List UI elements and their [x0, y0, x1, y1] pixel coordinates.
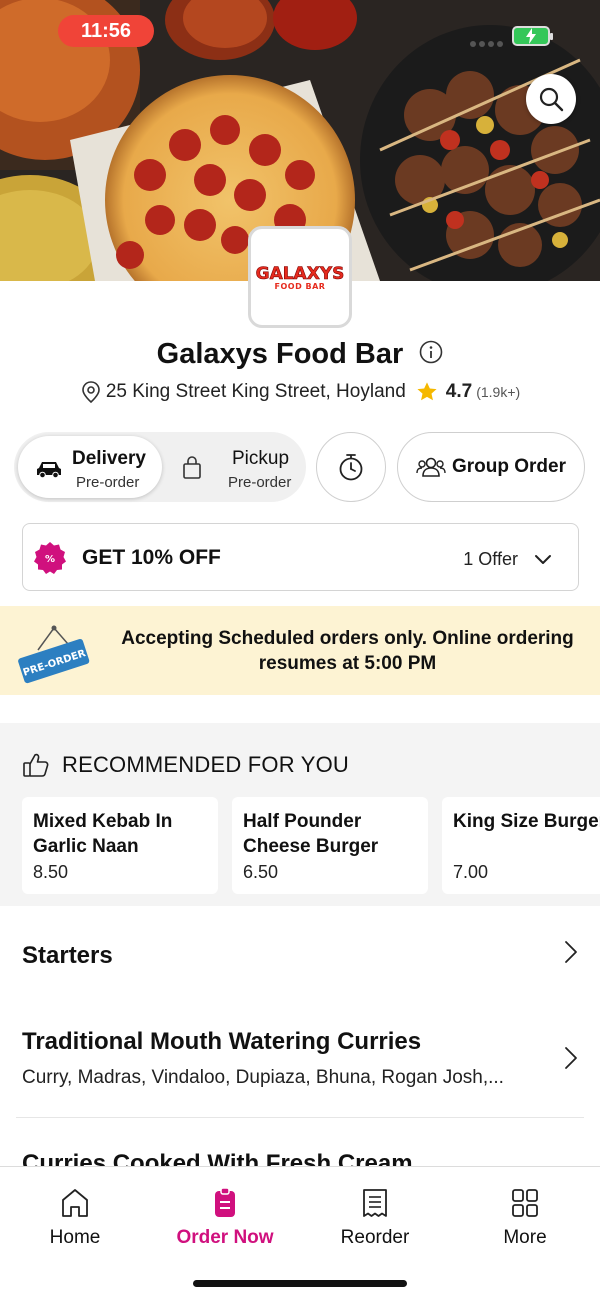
tab-home-label: Home — [49, 1227, 101, 1248]
tab-more[interactable]: More — [450, 1187, 600, 1249]
order-icon — [215, 1187, 235, 1217]
logo-main-text: GALAXYS — [255, 263, 345, 284]
preorder-sign-icon: PRE-ORDER — [18, 625, 90, 684]
address-rating-row: 25 King Street King Street, Hoyland 4.7 … — [0, 380, 600, 404]
category-title: Starters — [22, 942, 113, 969]
category-row[interactable]: Starters — [0, 906, 600, 1006]
recommended-item-price: 8.50 — [33, 862, 69, 882]
offer-count: 1 Offer — [463, 549, 518, 569]
restaurant-logo: GALAXYS FOOD BAR — [248, 226, 352, 328]
recommended-item-name: Half Pounder Cheese Burger — [243, 811, 379, 857]
recommended-item-price: 7.00 — [453, 862, 489, 882]
signal-icon — [470, 34, 510, 47]
restaurant-name: Galaxys Food Bar — [156, 338, 404, 370]
recommended-section: RECOMMENDED FOR YOU Mixed Kebab In Garli… — [0, 723, 600, 906]
category-row[interactable]: Traditional Mouth Watering Curries Curry… — [0, 1006, 600, 1117]
pickup-label: Pickup — [232, 448, 290, 469]
tab-order-now-label: Order Now — [176, 1227, 274, 1248]
delivery-label: Delivery — [72, 448, 146, 469]
order-mode-toggle: Delivery Pre-order Pickup Pre-order — [14, 432, 306, 502]
recommended-item-name: Mixed Kebab In Garlic Naan — [33, 811, 173, 857]
recommended-item[interactable]: King Size Burger 7.00 — [442, 797, 600, 894]
svg-text:%: % — [45, 554, 55, 565]
tab-reorder[interactable]: Reorder — [300, 1187, 450, 1249]
delivery-option[interactable]: Delivery Pre-order — [18, 436, 162, 498]
star-icon — [417, 382, 437, 401]
receipt-icon — [363, 1189, 387, 1217]
restaurant-name-row: Galaxys Food Bar — [0, 338, 600, 371]
home-indicator — [193, 1280, 407, 1287]
tab-order-now[interactable]: Order Now — [150, 1187, 300, 1249]
category-row[interactable]: Curries Cooked With Fresh Cream — [0, 1118, 600, 1166]
chevron-down-icon — [535, 555, 551, 564]
battery-icon — [512, 26, 553, 46]
delivery-sub: Pre-order — [76, 474, 140, 491]
chevron-right-icon — [565, 1047, 577, 1069]
tab-more-label: More — [503, 1227, 547, 1248]
thumbs-up-icon — [23, 753, 49, 777]
schedule-button[interactable] — [316, 432, 386, 502]
offer-card[interactable]: % GET 10% OFF 1 Offer — [22, 523, 579, 591]
recommended-item[interactable]: Mixed Kebab In Garlic Naan 8.50 — [22, 797, 218, 894]
search-button[interactable] — [526, 74, 576, 124]
tab-reorder-label: Reorder — [340, 1227, 410, 1248]
category-title: Traditional Mouth Watering Curries — [22, 1028, 422, 1055]
stopwatch-icon — [339, 454, 363, 481]
category-title: Curries Cooked With Fresh Cream — [22, 1150, 413, 1166]
car-icon — [37, 462, 61, 478]
category-description: Curry, Madras, Vindaloo, Dupiaza, Bhuna,… — [22, 1067, 504, 1088]
group-icon — [416, 457, 446, 477]
recommended-heading: RECOMMENDED FOR YOU — [22, 752, 349, 778]
info-icon[interactable] — [419, 340, 443, 364]
location-pin-icon — [82, 381, 100, 404]
recommended-item[interactable]: Half Pounder Cheese Burger 6.50 — [232, 797, 428, 894]
home-icon — [62, 1189, 88, 1217]
grid-icon — [512, 1189, 538, 1217]
offer-title: GET 10% OFF — [82, 546, 221, 569]
logo-sub-text: FOOD BAR — [274, 281, 326, 291]
shopping-bag-icon — [183, 456, 201, 479]
restaurant-address: 25 King Street King Street, Hoyland — [105, 381, 406, 402]
recommended-item-name: King Size Burger — [453, 811, 600, 832]
pickup-sub: Pre-order — [228, 474, 292, 491]
recommended-item-price: 6.50 — [243, 862, 279, 882]
tab-home[interactable]: Home — [0, 1187, 150, 1249]
discount-badge-icon: % — [34, 542, 66, 574]
bottom-tab-bar: Home Order Now Reorder More — [0, 1166, 600, 1298]
group-order-label: Group Order — [451, 456, 566, 477]
group-order-button[interactable]: Group Order — [397, 432, 585, 502]
status-time: 11:56 — [58, 15, 154, 47]
rating-count: (1.9k+) — [476, 384, 521, 400]
rating-value: 4.7 — [445, 381, 473, 402]
preorder-banner: PRE-ORDER Accepting Scheduled orders onl… — [0, 606, 600, 695]
preorder-message: Accepting Scheduled orders only. Online … — [121, 628, 574, 674]
chevron-right-icon — [565, 941, 577, 963]
pickup-option[interactable]: Pickup Pre-order — [168, 436, 302, 498]
recommended-heading-text: RECOMMENDED FOR YOU — [62, 752, 349, 777]
search-icon — [539, 87, 564, 112]
